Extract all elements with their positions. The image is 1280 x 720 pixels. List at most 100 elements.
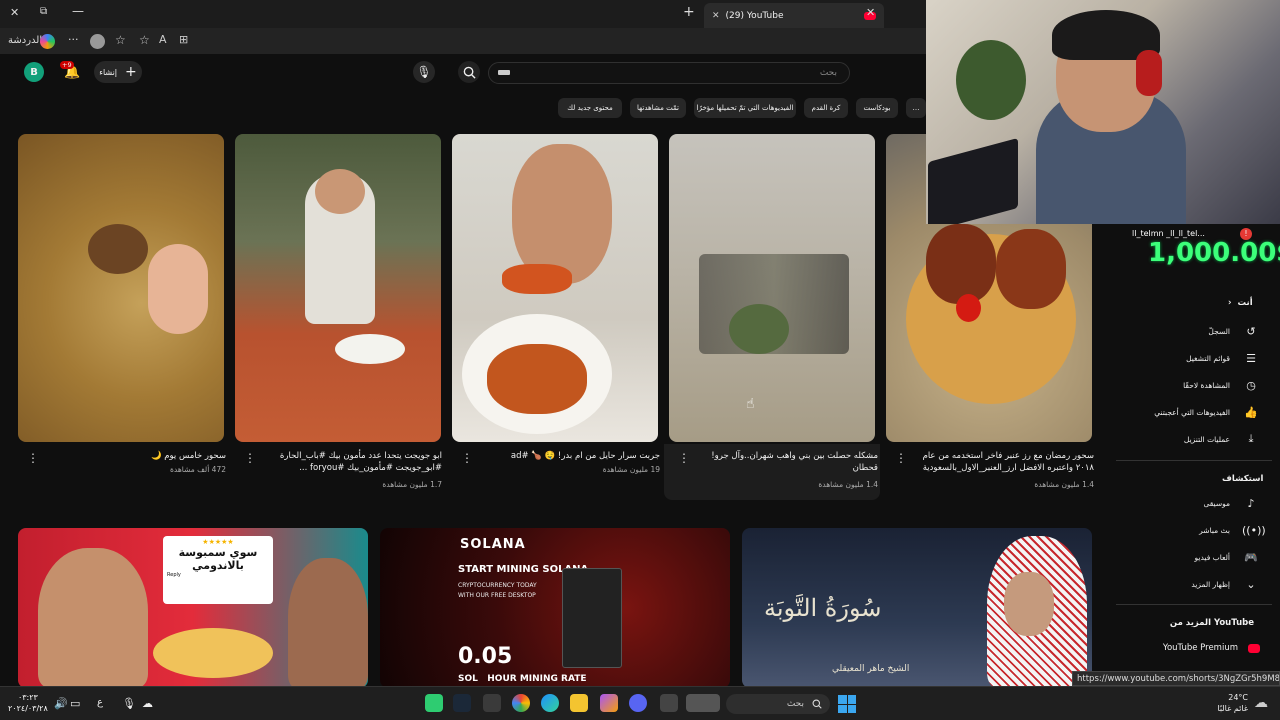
sidebar-divider <box>1116 460 1272 461</box>
sidebar-item-watch-later[interactable]: المشاهدة لاحقًا ◷ <box>1120 375 1260 395</box>
hand-shape <box>148 244 208 334</box>
overlay-line2: بالاندومي <box>192 559 244 572</box>
sidebar-item-downloads[interactable]: عمليات التنزيل ⤓ <box>1120 429 1260 449</box>
search-icon <box>463 66 476 79</box>
more-vert-icon[interactable]: ⋮ <box>27 451 39 465</box>
weather-widget[interactable]: 24°C غائم غالبًا <box>1208 692 1248 714</box>
taskbar-app-icon[interactable] <box>660 694 678 712</box>
surah-calligraphy: سُورَةُ التَّوبَة <box>764 594 882 622</box>
sidebar-item-label: قوائم التشغيل <box>1186 353 1230 363</box>
you-section-header[interactable]: › أنت <box>1228 298 1253 308</box>
video-thumbnail-quran[interactable]: سُورَةُ التَّوبَة الشيخ ماهر المعيقلي <box>742 528 1092 688</box>
sidebar-item-label: بث مباشر <box>1199 525 1230 535</box>
sidebar-item-premium[interactable]: YouTube Premium <box>1140 641 1260 655</box>
chicken-shape <box>996 229 1066 309</box>
taskbar-store-icon[interactable] <box>483 694 501 712</box>
sidebar-item-gaming[interactable]: ألعاب فيديو 🎮 <box>1120 547 1260 567</box>
video-title[interactable]: سحور خامس يوم 🌙 <box>40 450 226 462</box>
tab-close-icon[interactable]: ✕ <box>712 11 720 21</box>
more-options-icon[interactable]: ··· <box>68 33 79 46</box>
start-button[interactable] <box>838 695 856 713</box>
sidebar-item-playlists[interactable]: قوائم التشغيل ☰ <box>1120 348 1260 368</box>
food-shape <box>487 344 587 414</box>
overlay-line1: سوي سمبوسة <box>178 546 258 559</box>
tab-youtube[interactable]: ✕ (29) YouTube <box>704 3 884 28</box>
sidebar-item-label: الفيديوهات التي أعجبتني <box>1154 407 1230 417</box>
video-title[interactable]: جربت سرار حايل من ام بدر! 🤤 🍗 #ad <box>474 450 660 462</box>
hand-cursor-icon: ☝ <box>746 396 755 412</box>
chip-new-for-you[interactable]: محتوى جديد لك <box>558 98 622 118</box>
copilot-label[interactable]: الدردشة <box>8 35 42 46</box>
clock[interactable]: ٠٣:٢٣ ٢٠٢٤/٠٣/٢٨ <box>8 692 48 714</box>
favorites-icon[interactable]: ☆ <box>115 33 126 47</box>
voice-search-button[interactable]: 🎙 <box>413 61 435 83</box>
ad-thumbnail-solana[interactable]: SOLANA START MINING SOLANA CRYPTOCURRENC… <box>380 528 730 688</box>
input-language[interactable]: ع <box>97 697 103 708</box>
read-aloud-icon[interactable]: A <box>159 33 167 46</box>
new-tab-icon[interactable]: + <box>683 4 695 20</box>
solana-sub2: WITH OUR FREE DESKTOP <box>458 592 536 599</box>
short-thumbnail-1[interactable] <box>18 134 224 442</box>
sidebar-item-show-more[interactable]: إظهار المزيد ⌄ <box>1120 574 1260 594</box>
mic-tray-icon[interactable]: 🎙 <box>122 697 136 710</box>
sidebar-item-live[interactable]: بث مباشر ((•)) <box>1120 520 1266 540</box>
video-views: 1.4 مليون مشاهدة <box>818 480 878 489</box>
sidebar-item-history[interactable]: السجلّ ↺ <box>1120 321 1260 341</box>
bush-shape <box>729 304 789 354</box>
network-icon[interactable]: ▭ <box>70 697 80 710</box>
chip-recently-uploaded[interactable]: الفيديوهات التي تمّ تحميلها مؤخرًا <box>694 98 796 118</box>
maximize-icon[interactable]: ⧉ <box>40 6 47 17</box>
reply-label: Reply <box>167 572 181 578</box>
taskbar-search[interactable]: بحث <box>726 694 830 714</box>
search-input[interactable]: بحث <box>488 62 850 84</box>
reciter-name: الشيخ ماهر المعيقلي <box>832 664 910 674</box>
more-vert-icon[interactable]: ⋮ <box>244 451 256 465</box>
mic-icon: 🎙 <box>416 65 432 79</box>
more-vert-icon[interactable]: ⋮ <box>678 451 690 465</box>
taskbar-chrome-icon[interactable] <box>512 694 530 712</box>
rating-stars-icon: ★★★★★ <box>202 538 234 546</box>
chip-podcast[interactable]: بودكاست <box>856 98 898 118</box>
sidebar-item-music[interactable]: موسيقى ♪ <box>1120 493 1260 513</box>
search-button[interactable] <box>458 61 480 83</box>
notifications-button[interactable]: 🔔 +9 <box>60 61 82 83</box>
video-thumbnail-samosa[interactable]: ★★★★★ سوي سمبوسة بالاندومي Reply <box>18 528 368 688</box>
taskbar-explorer-icon[interactable] <box>570 694 588 712</box>
taskbar-widget-icon[interactable] <box>686 694 720 712</box>
close-window-icon[interactable]: ✕ <box>10 6 19 19</box>
keyboard-icon[interactable] <box>498 70 510 75</box>
avatar[interactable]: B <box>24 62 44 82</box>
split-screen-icon[interactable]: ⊞ <box>179 33 188 46</box>
minimize-icon[interactable]: — <box>72 4 84 18</box>
short-thumbnail-2[interactable] <box>235 134 441 442</box>
more-vert-icon[interactable]: ⋮ <box>895 451 907 465</box>
video-title[interactable]: ابو جويجت يتحدا عدد مأمون بيك #باب_الحار… <box>258 450 442 474</box>
live-icon: ((•)) <box>1242 523 1266 537</box>
taskbar-discord-icon[interactable] <box>629 694 647 712</box>
onedrive-icon[interactable]: ☁ <box>142 697 153 710</box>
person-shape <box>38 548 148 688</box>
close-tab-icon[interactable]: ✕ <box>866 6 875 19</box>
chip-more[interactable]: … <box>906 98 926 118</box>
create-button[interactable]: إنشاء + <box>94 61 142 83</box>
volume-icon[interactable]: 🔊 <box>54 697 68 710</box>
notification-badge: +9 <box>60 61 74 69</box>
chip-football[interactable]: كرة القدم <box>804 98 848 118</box>
profile-icon[interactable] <box>90 34 105 49</box>
taskbar-copilot-icon[interactable] <box>600 694 618 712</box>
add-favorite-icon[interactable]: ☆ <box>139 33 150 47</box>
more-from-youtube-header: المزيد من YouTube <box>1169 618 1254 628</box>
taskbar-edge-icon[interactable] <box>541 694 559 712</box>
taskbar-steam-icon[interactable] <box>453 694 471 712</box>
short-thumbnail-4[interactable] <box>669 134 875 442</box>
short-thumbnail-3[interactable] <box>452 134 658 442</box>
copilot-icon[interactable] <box>40 34 55 49</box>
video-title[interactable]: مشكله حصلت بين بني واهب شهران..وآل جرو! … <box>692 450 878 474</box>
mining-rate: 0.05 <box>458 644 513 669</box>
video-title[interactable]: سحور رمضان مع رز عنبر فاخر استخدمه من عا… <box>910 450 1094 474</box>
taskbar-app-store-icon[interactable] <box>425 694 443 712</box>
chip-watched[interactable]: تمّت مشاهدتها <box>630 98 686 118</box>
face-shape <box>315 169 365 214</box>
sidebar-item-liked[interactable]: الفيديوهات التي أعجبتني 👍 <box>1120 402 1260 422</box>
more-vert-icon[interactable]: ⋮ <box>461 451 473 465</box>
